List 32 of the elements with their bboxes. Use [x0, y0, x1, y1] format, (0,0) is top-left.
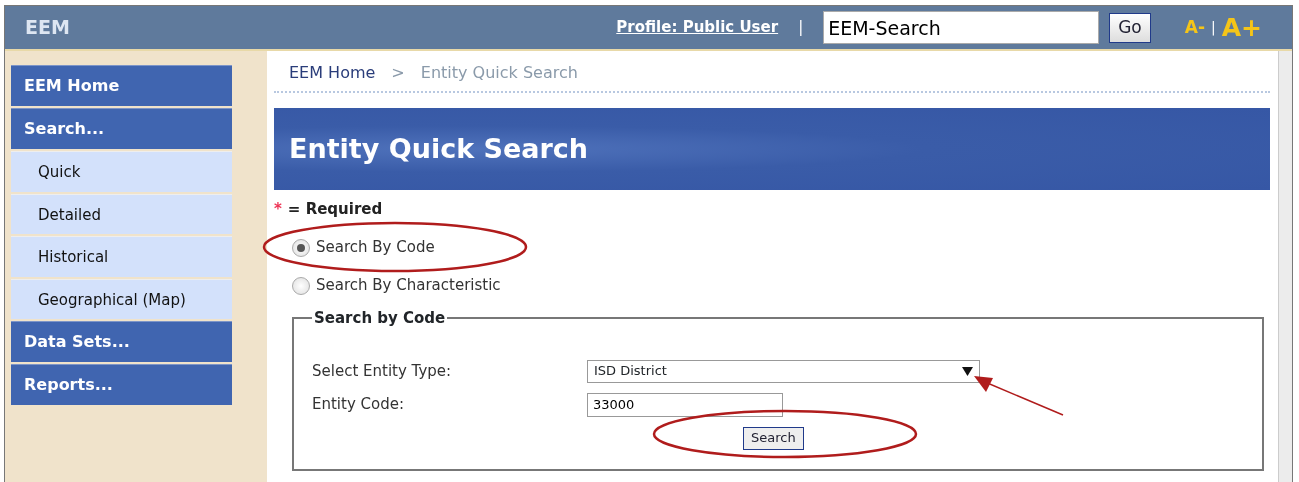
- sidebar-item[interactable]: Quick: [11, 151, 232, 192]
- separator: |: [1211, 18, 1216, 38]
- separator: |: [798, 17, 804, 39]
- go-button[interactable]: Go: [1109, 12, 1151, 43]
- sidebar-heading[interactable]: EEM Home: [11, 65, 232, 106]
- required-asterisk: *: [274, 199, 282, 220]
- breadcrumb-link[interactable]: EEM Home: [289, 61, 376, 85]
- radio-button[interactable]: [292, 276, 310, 295]
- search-button[interactable]: Search: [743, 426, 804, 450]
- sidebar-item[interactable]: Historical: [11, 236, 232, 277]
- field-label: Entity Code:: [312, 394, 405, 416]
- sidebar-heading[interactable]: Search...: [11, 108, 232, 149]
- entity-type-dropdown[interactable]: ISD District: [587, 359, 980, 383]
- radio-label[interactable]: Search By Characteristic: [316, 274, 501, 297]
- entity-code-field[interactable]: 33000: [587, 392, 783, 417]
- breadcrumb-current: Entity Quick Search: [420, 62, 578, 84]
- radio-label[interactable]: Search By Code: [316, 236, 435, 259]
- breadcrumb-separator: >: [391, 62, 405, 84]
- site-logo: EEM: [25, 15, 70, 41]
- required-note: = Required: [287, 199, 383, 220]
- field-label: Select Entity Type:: [312, 360, 453, 382]
- search-field[interactable]: EEM-Search: [823, 11, 1100, 44]
- sidebar-item[interactable]: Detailed: [11, 193, 232, 234]
- scrollbar[interactable]: [1278, 51, 1292, 482]
- radio-button[interactable]: [292, 238, 310, 257]
- dropdown-caret-icon: [962, 366, 973, 376]
- page-title: Entity Quick Search: [289, 131, 589, 166]
- sidebar-item[interactable]: Geographical (Map): [11, 278, 232, 319]
- sidebar-heading[interactable]: Reports...: [11, 364, 232, 405]
- profile-link[interactable]: Profile: Public User: [616, 16, 779, 39]
- sidebar-heading[interactable]: Data Sets...: [11, 321, 232, 362]
- fieldset-legend: Search by Code: [312, 310, 448, 326]
